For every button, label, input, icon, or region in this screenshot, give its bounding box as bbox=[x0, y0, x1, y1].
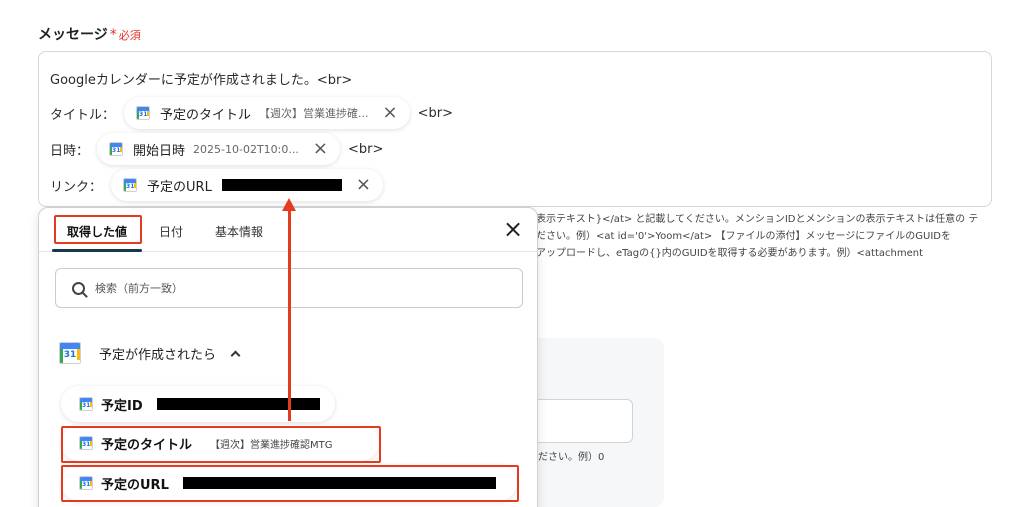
item-title: 予定ID bbox=[101, 398, 143, 414]
close-icon[interactable]: × bbox=[356, 176, 371, 194]
line-break-tag: <br> bbox=[417, 105, 454, 121]
datetime-label: 日時： bbox=[50, 143, 90, 159]
help-line-1: 表示テキスト}</at> と記載してください。メンションIDとメンションの表示テ… bbox=[536, 214, 979, 225]
required-text: 必須 bbox=[118, 29, 141, 42]
google-calendar-icon: 31 bbox=[59, 342, 81, 364]
item-value: 【週次】営業進捗確認MTG bbox=[210, 439, 333, 451]
tab-basic-info[interactable]: 基本情報 bbox=[215, 223, 263, 240]
google-calendar-icon: 31 bbox=[79, 476, 93, 490]
background-input[interactable] bbox=[530, 399, 633, 443]
title-label: タイトル： bbox=[50, 107, 116, 123]
background-hint-text: ださい。例）0 bbox=[538, 452, 605, 463]
message-line-1-text: Googleカレンダーに予定が作成されました。<br> bbox=[50, 73, 353, 88]
tab-acquired-values[interactable]: 取得した値 bbox=[67, 223, 127, 240]
google-calendar-icon: 31 bbox=[79, 397, 93, 411]
google-calendar-icon: 31 bbox=[109, 142, 124, 156]
google-calendar-icon: 31 bbox=[123, 178, 138, 192]
help-line-3: アップロードし、eTagの{}内のGUIDを取得する必要があります。例）<att… bbox=[536, 248, 923, 259]
list-item-event-url[interactable]: 31 予定のURL bbox=[61, 465, 517, 501]
link-label: リンク： bbox=[50, 179, 103, 195]
list-item-event-title[interactable]: 31 予定のタイトル 【週次】営業進捗確認MTG bbox=[61, 425, 379, 461]
message-line-2: タイトル： 31 予定のタイトル 【週次】営業進捗確... × <br> bbox=[50, 97, 453, 129]
message-line-1: Googleカレンダーに予定が作成されました。<br> bbox=[50, 69, 352, 88]
redacted-value bbox=[221, 179, 342, 191]
redacted-value bbox=[182, 477, 496, 489]
required-star: * bbox=[109, 27, 117, 43]
redacted-value bbox=[156, 398, 320, 410]
chip-title: 開始日時 bbox=[133, 143, 186, 159]
chip-value: 【週次】営業進捗確... bbox=[259, 107, 369, 120]
message-line-4: リンク： 31 予定のURL × bbox=[50, 169, 391, 201]
line-break-tag: <br> bbox=[347, 141, 384, 157]
url-variable-chip[interactable]: 31 予定のURL × bbox=[111, 169, 383, 201]
list-item-event-id[interactable]: 31 予定ID bbox=[61, 386, 335, 422]
title-variable-chip[interactable]: 31 予定のタイトル 【週次】営業進捗確... × bbox=[124, 97, 410, 129]
google-calendar-icon: 31 bbox=[136, 106, 151, 120]
message-editor[interactable]: Googleカレンダーに予定が作成されました。<br> タイトル： 31 予定の… bbox=[38, 51, 992, 207]
annotation-arrow-head bbox=[282, 198, 296, 211]
close-icon[interactable]: × bbox=[313, 140, 328, 158]
chip-value: 2025-10-02T10:0... bbox=[193, 142, 299, 156]
annotation-arrow-line bbox=[288, 209, 291, 421]
chip-title: 予定のタイトル bbox=[160, 107, 252, 123]
message-line-3: 日時： 31 開始日時 2025-10-02T10:0... × <br> bbox=[50, 133, 383, 165]
google-calendar-icon: 31 bbox=[79, 436, 93, 450]
item-title: 予定のタイトル bbox=[101, 437, 193, 453]
trigger-section-header[interactable]: 31 予定が作成されたら bbox=[59, 342, 241, 364]
tab-date[interactable]: 日付 bbox=[159, 223, 183, 240]
search-placeholder: 検索（前方一致） bbox=[95, 282, 183, 295]
section-title: 予定が作成されたら bbox=[99, 347, 217, 363]
close-icon[interactable]: × bbox=[503, 217, 523, 241]
start-datetime-chip[interactable]: 31 開始日時 2025-10-02T10:0... × bbox=[97, 133, 340, 165]
close-icon[interactable]: × bbox=[383, 104, 398, 122]
item-title: 予定のURL bbox=[101, 477, 169, 493]
search-icon bbox=[72, 281, 85, 295]
chip-title: 予定のURL bbox=[147, 179, 212, 195]
help-line-2: ださい。例）<at id='0'>Yoom</at> 【ファイルの添付】メッセー… bbox=[536, 231, 951, 242]
chevron-up-icon bbox=[230, 350, 241, 360]
help-text: 表示テキスト}</at> と記載してください。メンションIDとメンションの表示テ… bbox=[536, 211, 996, 262]
field-label-text: メッセージ bbox=[38, 27, 108, 43]
active-tab-indicator bbox=[52, 249, 142, 252]
field-label: メッセージ * 必須 bbox=[38, 24, 141, 44]
